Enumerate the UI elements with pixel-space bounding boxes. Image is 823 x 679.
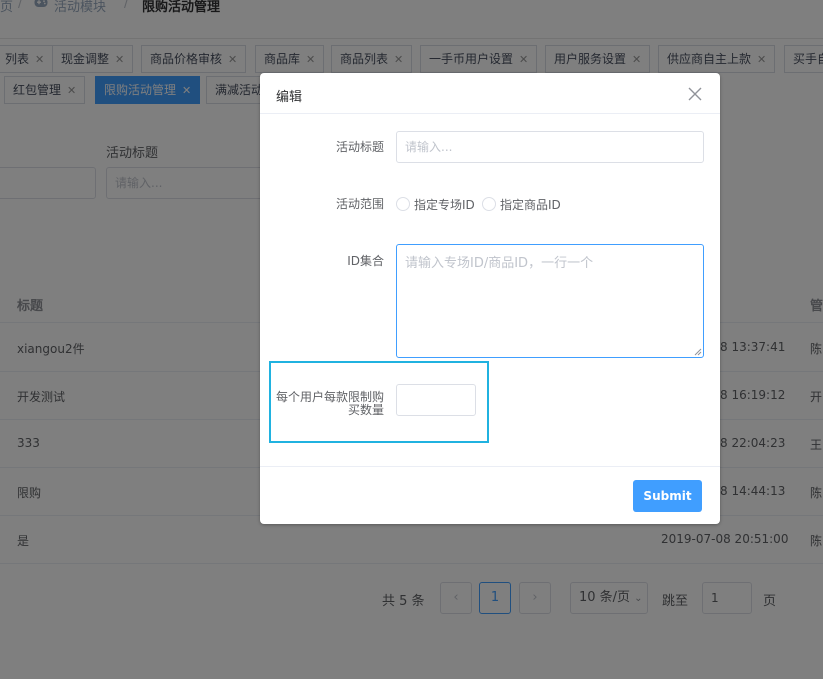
radio-special-id[interactable]: 指定专场ID bbox=[396, 196, 475, 212]
radio-label: 指定专场ID bbox=[414, 197, 475, 212]
highlight-box bbox=[269, 361, 489, 443]
close-icon[interactable] bbox=[688, 87, 706, 105]
edit-dialog: 编辑 活动标题 请输入... 活动范围 指定专场ID 指定商品ID ID集合 请… bbox=[260, 73, 720, 524]
activity-title-input[interactable]: 请输入... bbox=[396, 131, 704, 163]
radio-product-id[interactable]: 指定商品ID bbox=[482, 196, 561, 212]
dialog-footer-divider bbox=[260, 466, 720, 467]
dialog-title: 编辑 bbox=[276, 90, 303, 105]
id-set-textarea[interactable]: 请输入专场ID/商品ID，一行一个 bbox=[396, 244, 704, 358]
radio-circle[interactable] bbox=[482, 197, 496, 211]
radio-label: 指定商品ID bbox=[500, 197, 561, 212]
id-set-placeholder: 请输入专场ID/商品ID，一行一个 bbox=[405, 256, 594, 271]
submit-button[interactable]: Submit bbox=[633, 480, 702, 512]
id-set-label: ID集合 bbox=[347, 254, 384, 268]
activity-scope-label: 活动范围 bbox=[335, 197, 384, 211]
resize-grip-icon[interactable] bbox=[694, 348, 702, 356]
dialog-header-divider bbox=[260, 113, 720, 114]
activity-title-label: 活动标题 bbox=[335, 140, 384, 154]
radio-circle[interactable] bbox=[396, 197, 410, 211]
